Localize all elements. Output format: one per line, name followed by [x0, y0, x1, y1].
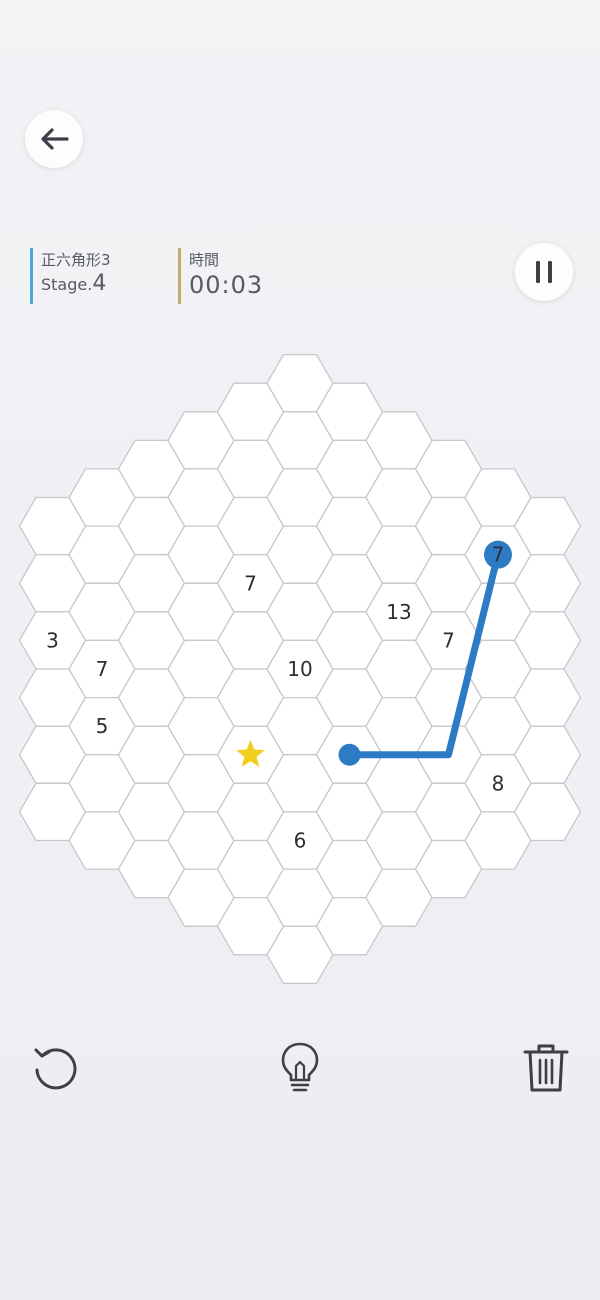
cell-number: 13 — [386, 600, 411, 624]
cell-number: 7 — [96, 657, 109, 681]
cell-number: 7 — [492, 543, 505, 567]
cell-number: 10 — [287, 657, 312, 681]
cell-number: 8 — [492, 771, 505, 795]
path-end-dot[interactable] — [338, 743, 361, 766]
hint-button[interactable] — [276, 1040, 324, 1100]
hex-board[interactable]: 7 13 7 7 3 10 7 8 5 6 — [0, 0, 600, 1000]
cell-number: 6 — [294, 828, 307, 852]
reset-button[interactable] — [28, 1040, 84, 1100]
cell-number: 7 — [442, 628, 455, 652]
clear-button[interactable] — [520, 1040, 572, 1100]
cell-number: 7 — [244, 571, 257, 595]
cell-number: 3 — [46, 628, 59, 652]
trash-icon — [523, 1044, 569, 1092]
lightbulb-icon — [281, 1042, 319, 1092]
cell-number: 5 — [96, 714, 109, 738]
rotate-ccw-icon — [34, 1048, 77, 1090]
